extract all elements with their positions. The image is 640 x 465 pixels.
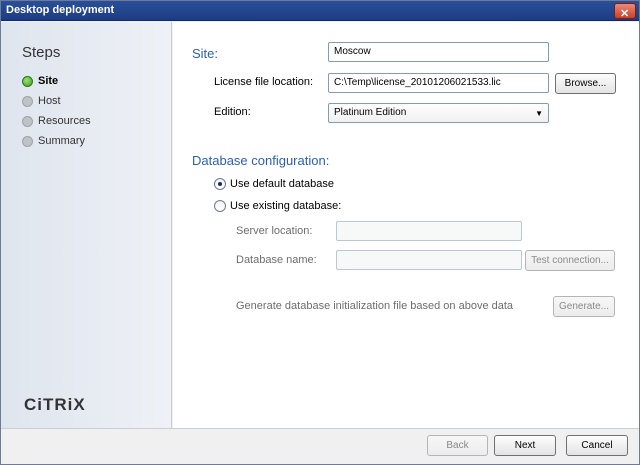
- back-button[interactable]: Back: [427, 435, 488, 456]
- citrix-logo: CiTRiX: [24, 395, 86, 414]
- test-connection-button[interactable]: Test connection...: [525, 250, 615, 271]
- database-name-label: Database name:: [236, 254, 317, 266]
- main-panel: Site: Moscow License file location: C:\T…: [173, 22, 639, 428]
- next-button[interactable]: Next: [494, 435, 556, 456]
- browse-button[interactable]: Browse...: [555, 73, 616, 94]
- license-label: License file location:: [214, 76, 314, 88]
- generate-button[interactable]: Generate...: [553, 296, 615, 317]
- site-name-input[interactable]: Moscow: [328, 42, 549, 62]
- database-name-input[interactable]: [336, 250, 522, 270]
- step-pending-icon: [22, 116, 33, 127]
- radio-unchecked-icon: [214, 200, 226, 212]
- license-path-input[interactable]: C:\Temp\license_20101206021533.lic: [328, 73, 549, 93]
- dropdown-arrow-icon: ▼: [535, 109, 543, 118]
- step-label: Summary: [38, 135, 86, 147]
- server-location-input[interactable]: [336, 221, 522, 241]
- edition-value: Platinum Edition: [334, 107, 407, 118]
- edition-label: Edition:: [214, 106, 251, 118]
- cancel-button[interactable]: Cancel: [566, 435, 628, 456]
- close-button[interactable]: ✕: [614, 3, 636, 20]
- step-label: Host: [38, 95, 61, 107]
- generate-description: Generate database initialization file ba…: [236, 300, 514, 312]
- window-title: Desktop deployment: [6, 4, 115, 16]
- close-icon: ✕: [620, 8, 630, 20]
- step-pending-icon: [22, 96, 33, 107]
- step-label: Resources: [38, 115, 91, 127]
- site-heading: Site:: [192, 46, 219, 61]
- edition-dropdown[interactable]: Platinum Edition ▼: [328, 103, 549, 123]
- step-pending-icon: [22, 136, 33, 147]
- database-heading: Database configuration:: [192, 153, 330, 168]
- steps-title: Steps: [22, 44, 61, 61]
- radio-label: Use default database: [230, 178, 334, 190]
- footer-bar: Back Next Cancel: [1, 428, 639, 464]
- step-active-icon: [22, 76, 33, 87]
- radio-label: Use existing database:: [230, 200, 342, 212]
- title-bar[interactable]: Desktop deployment ✕: [1, 1, 639, 21]
- steps-sidebar: Steps Site Host Resources Summary CiTRiX: [1, 22, 172, 428]
- radio-checked-icon: [214, 178, 226, 190]
- server-location-label: Server location:: [236, 225, 313, 237]
- step-label: Site: [38, 75, 59, 87]
- desktop-deployment-window: Desktop deployment ✕ Steps Site Host Res…: [0, 0, 640, 465]
